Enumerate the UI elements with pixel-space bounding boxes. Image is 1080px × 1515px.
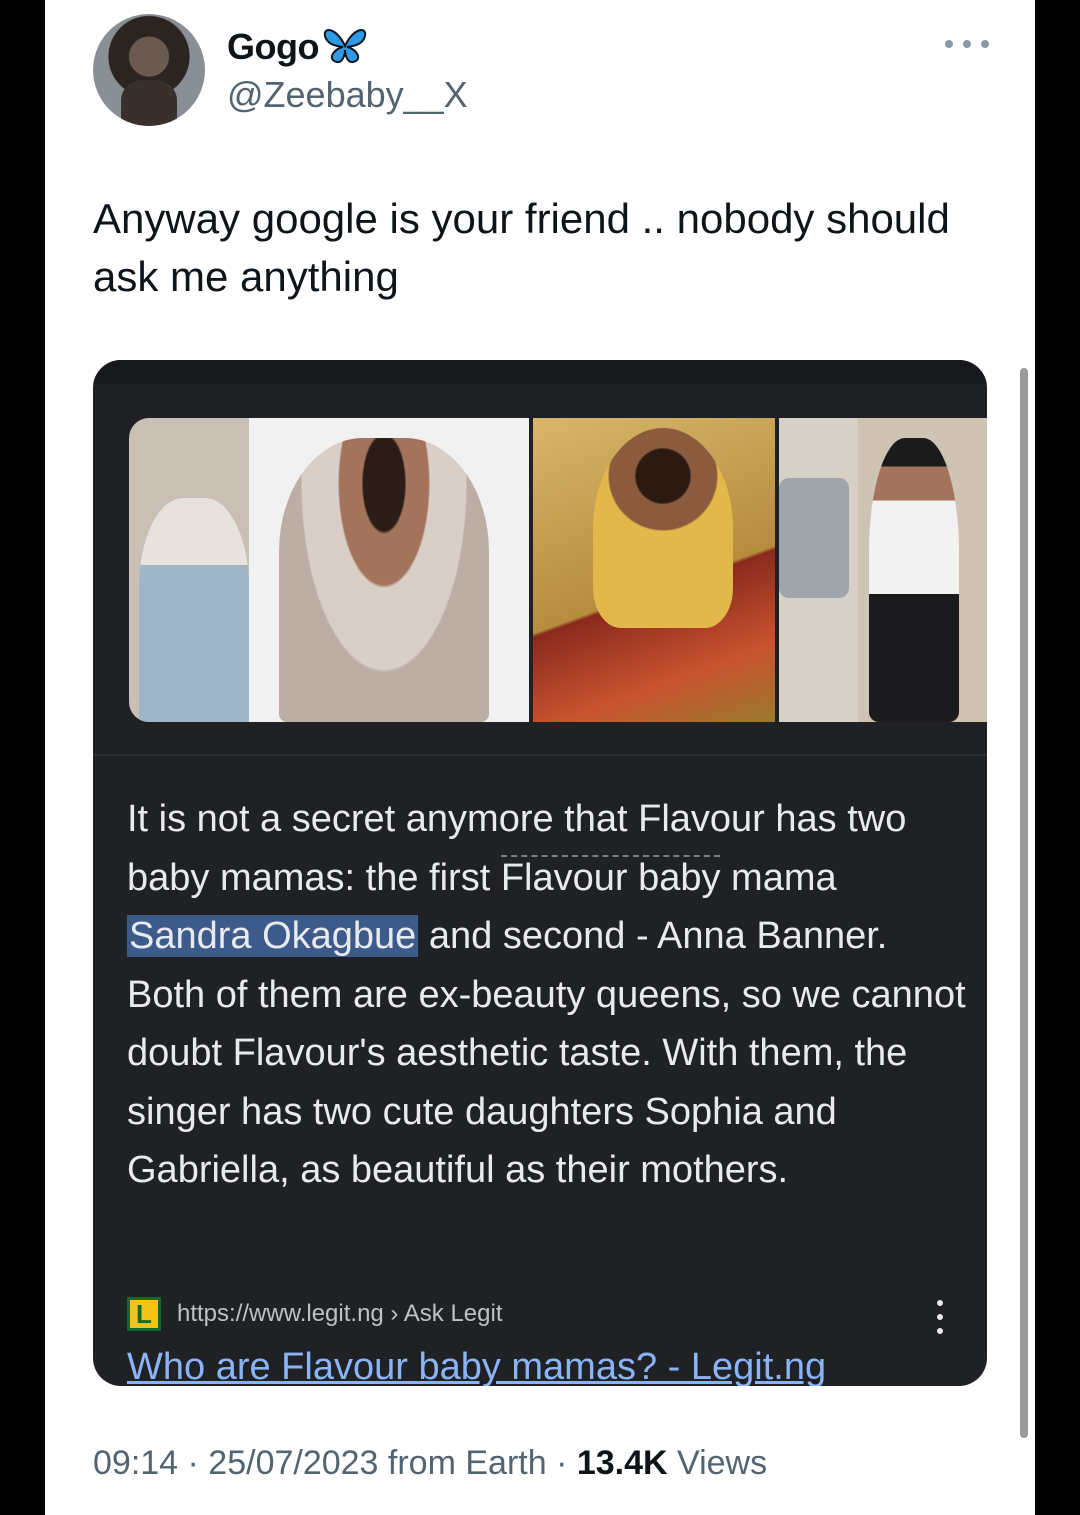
kebab-menu-icon[interactable] — [937, 1300, 945, 1334]
timestamp: 09:14 · 25/07/2023 from Earth · — [93, 1444, 577, 1482]
image-result[interactable] — [779, 418, 987, 722]
result-title-link[interactable]: Who are Flavour baby mamas? - Legit.ng — [127, 1346, 826, 1386]
snippet-text: mama — [720, 856, 837, 899]
views-label: Views — [667, 1444, 768, 1482]
tweet-meta: 09:14 · 25/07/2023 from Earth · 13.4K Vi… — [93, 1444, 767, 1483]
image-results-row — [129, 418, 987, 722]
snippet-link-text[interactable]: Flavour baby — [500, 854, 721, 899]
butterfly-icon — [323, 29, 367, 64]
source-row[interactable]: L https://www.legit.ng › Ask Legit — [127, 1296, 957, 1332]
more-icon[interactable] — [945, 32, 989, 56]
tweet-text: Anyway google is your friend .. nobody s… — [93, 195, 950, 300]
card-topbar — [93, 360, 987, 384]
display-name[interactable]: Gogo — [227, 26, 319, 68]
attached-screenshot[interactable]: It is not a secret anymore that Flavour … — [93, 360, 987, 1386]
image-result[interactable] — [533, 418, 775, 722]
scrollbar[interactable] — [1020, 368, 1028, 1438]
left-frame — [0, 0, 45, 1515]
highlighted-text: Sandra Okagbue — [127, 915, 419, 957]
divider — [93, 754, 987, 756]
image-result[interactable] — [129, 418, 529, 722]
legit-favicon-icon: L — [127, 1297, 161, 1331]
views-count[interactable]: 13.4K — [577, 1444, 668, 1482]
source-url[interactable]: https://www.legit.ng › Ask Legit — [177, 1300, 503, 1328]
avatar[interactable] — [93, 14, 205, 126]
handle[interactable]: @Zeebaby__X — [227, 74, 468, 116]
featured-snippet: It is not a secret anymore that Flavour … — [127, 790, 967, 1200]
tweet: Gogo @Zeebaby__X Anyway google is your f… — [45, 0, 1035, 1515]
right-frame — [1035, 0, 1080, 1515]
